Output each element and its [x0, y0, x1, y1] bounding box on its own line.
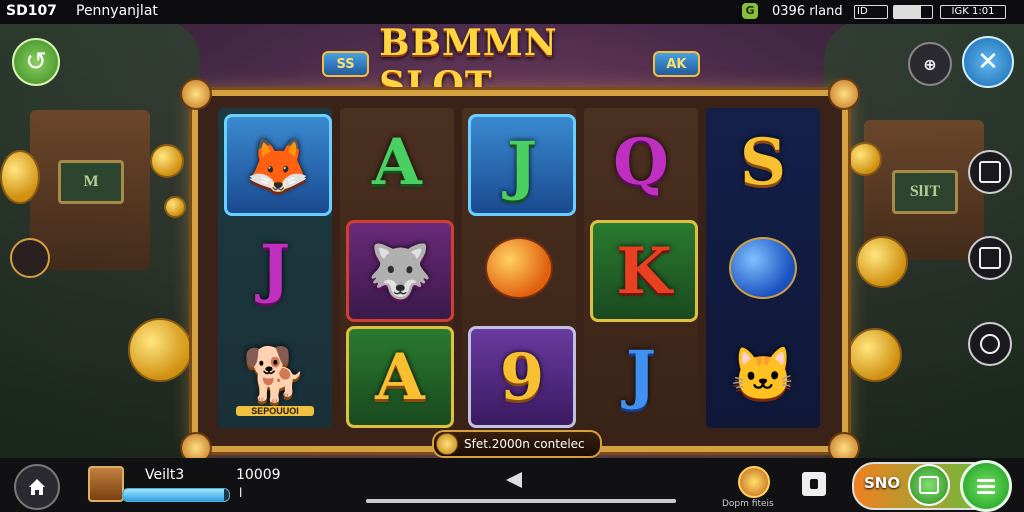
frame-ornament-icon: [180, 78, 212, 110]
letter-symbol: A: [375, 339, 425, 415]
spin-progress: [366, 499, 676, 503]
home-icon: [29, 479, 45, 495]
reel-symbol: A: [346, 326, 454, 428]
letter-symbol: S: [739, 124, 787, 200]
reel-symbol: Q: [590, 114, 692, 210]
status-time: SD107: [6, 3, 57, 19]
balance-fill: [123, 489, 224, 501]
coin-icon: [0, 150, 40, 204]
reel-symbol: J: [468, 114, 576, 216]
reel-symbol: A: [346, 114, 448, 210]
reel-symbol: 🦊: [224, 114, 332, 216]
coin-icon: [856, 236, 908, 288]
reel-symbol: 🐱: [712, 326, 814, 422]
coin-icon: [848, 142, 882, 176]
main-menu-button[interactable]: [960, 460, 1012, 512]
letter-symbol: Q: [613, 124, 669, 200]
letter-symbol: A: [372, 124, 422, 200]
hut-sign-left: M: [58, 160, 124, 204]
coin-icon: [164, 196, 186, 218]
coin-icon: [150, 144, 184, 178]
back-icon: ↺: [25, 47, 47, 77]
reel-symbol: S: [712, 114, 814, 210]
status-network: 0396 rland: [772, 4, 843, 19]
balance-label: Veilt3: [145, 467, 185, 483]
spin-progress-fill: [366, 499, 676, 503]
spin-label: SNO: [864, 474, 901, 492]
auto-icon: [919, 476, 939, 494]
battery-fill: [894, 6, 921, 18]
info-icon: [979, 247, 1001, 269]
hamburger-icon: [977, 478, 995, 482]
reel-symbol: [712, 220, 814, 316]
title-deco-left: SS: [322, 51, 370, 77]
reel-column: A 🐺 A: [340, 108, 454, 428]
close-icon: ✕: [977, 47, 999, 77]
game-title: SS BBMMN SLOT AK: [322, 22, 700, 106]
reel-symbol: 9: [468, 326, 576, 428]
coin-icon: [128, 318, 192, 382]
side-tab-button[interactable]: [10, 238, 50, 278]
orb-symbol-icon: [729, 237, 797, 299]
plus-icon: ⊕: [923, 54, 937, 74]
reel-symbol: K: [590, 220, 698, 322]
search-icon: [980, 334, 1000, 354]
auto-spin-button[interactable]: [908, 464, 950, 506]
status-bar: SD107 Pennyanjlat G 0396 rland ID IGK 1:…: [0, 0, 1024, 24]
reel-column: J9: [462, 108, 576, 428]
back-button[interactable]: ↺: [12, 38, 60, 86]
hut-left: M: [30, 110, 150, 270]
title-deco-right: AK: [652, 51, 700, 77]
animal-symbol-icon: 🐕: [242, 343, 308, 405]
frame-ornament-icon: [828, 78, 860, 110]
animal-symbol-icon: 🦊: [245, 134, 311, 196]
reel-column: S 🐱: [706, 108, 820, 428]
letter-symbol: J: [625, 336, 657, 412]
bonus-label: Dopm fiteis: [722, 499, 774, 509]
reel-column: 🦊 J 🐕 SEPOUUOI: [218, 108, 332, 428]
symbol-caption: SEPOUUOI: [236, 406, 314, 416]
lock-icon[interactable]: [802, 472, 826, 496]
reel-column: QKJ: [584, 108, 698, 428]
reel-symbol: J: [224, 220, 326, 316]
status-badge: ID: [854, 5, 888, 19]
status-app-name: Pennyanjlat: [76, 3, 158, 19]
balance-value: 10009: [236, 467, 281, 483]
close-button[interactable]: ✕: [962, 36, 1014, 88]
search-button[interactable]: [968, 322, 1012, 366]
orb-symbol-icon: [485, 237, 553, 299]
reel-symbol: [468, 220, 570, 316]
battery-icon: [893, 5, 933, 19]
bonus-icon[interactable]: [738, 466, 770, 498]
reel-symbol: 🐺: [346, 220, 454, 322]
reel-symbol: 🐕 SEPOUUOI: [224, 326, 326, 422]
coin-icon: [436, 433, 458, 455]
paytable-button[interactable]: ⊕: [908, 42, 952, 86]
animal-symbol-icon: 🐺: [367, 240, 433, 302]
letter-symbol: J: [506, 127, 538, 203]
reel-frame: 🦊 J 🐕 SEPOUUOI A 🐺 A J 9 Q K J S 🐱: [180, 78, 860, 464]
reel-symbol: J: [590, 326, 692, 422]
letter-symbol: J: [259, 230, 291, 306]
bet-tick: l: [239, 486, 243, 500]
fullscreen-button[interactable]: [968, 150, 1012, 194]
home-button[interactable]: [14, 464, 60, 510]
notification-icon: G: [742, 3, 758, 19]
win-banner-text: Sfet.2000n contelec: [464, 437, 585, 451]
info-button[interactable]: [968, 236, 1012, 280]
balance-slider[interactable]: [122, 488, 230, 502]
animal-symbol-icon: 🐱: [730, 343, 796, 405]
letter-symbol: 9: [499, 339, 545, 415]
chest-icon[interactable]: [88, 466, 124, 502]
fullscreen-icon: [979, 161, 1001, 183]
letter-symbol: K: [616, 233, 672, 309]
coin-icon: [848, 328, 902, 382]
hut-sign-right: SlIT: [892, 170, 958, 214]
status-clock: IGK 1:01: [940, 5, 1006, 19]
win-banner: Sfet.2000n contelec: [432, 430, 602, 458]
